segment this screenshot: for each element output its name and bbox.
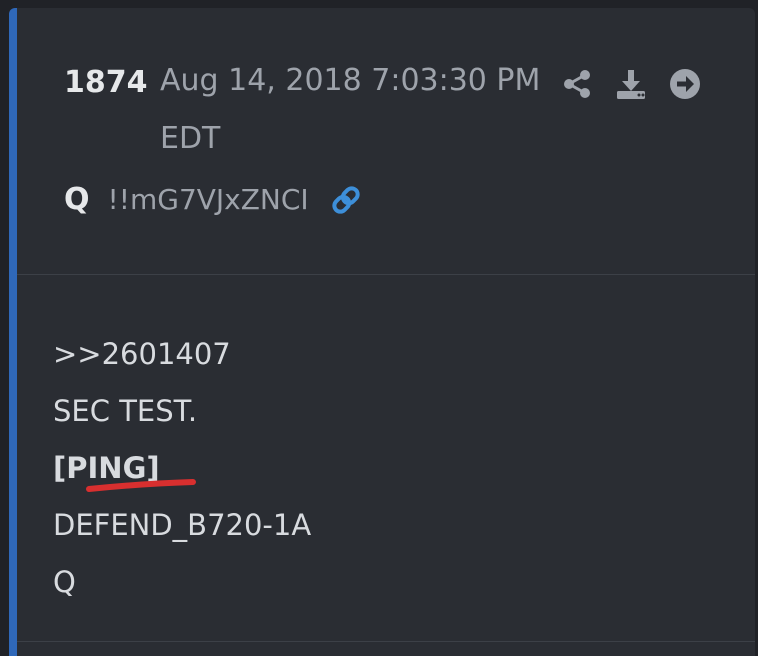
body-line-sec-test: SEC TEST. bbox=[53, 394, 198, 428]
body-line-defend: DEFEND_B720-1A bbox=[53, 508, 312, 542]
post-number[interactable]: 1874 bbox=[64, 65, 148, 100]
author-name: Q bbox=[64, 182, 90, 217]
tripcode: !!mG7VJxZNCI bbox=[107, 183, 309, 216]
red-underline-mark bbox=[86, 479, 196, 492]
post-body: >>2601407 SEC TEST. [PING] DEFEND_B720-1… bbox=[53, 326, 311, 611]
share-icon[interactable] bbox=[561, 68, 593, 100]
post-timestamp: Aug 14, 2018 7:03:30 PM EDT bbox=[160, 63, 541, 156]
body-line-signature: Q bbox=[53, 565, 76, 599]
reply-link[interactable]: >>2601407 bbox=[53, 326, 311, 383]
author-row: Q !!mG7VJxZNCI bbox=[64, 182, 363, 217]
download-icon[interactable] bbox=[615, 68, 647, 100]
post-divider bbox=[17, 641, 755, 642]
post-actions bbox=[561, 68, 701, 100]
post-header: 1874 Aug 14, 2018 7:03:30 PM EDT Q !!mG7… bbox=[17, 8, 755, 275]
screen: 1874 Aug 14, 2018 7:03:30 PM EDT Q !!mG7… bbox=[0, 0, 758, 656]
arrow-right-circle-icon[interactable] bbox=[669, 68, 701, 100]
link-icon[interactable] bbox=[329, 183, 363, 217]
